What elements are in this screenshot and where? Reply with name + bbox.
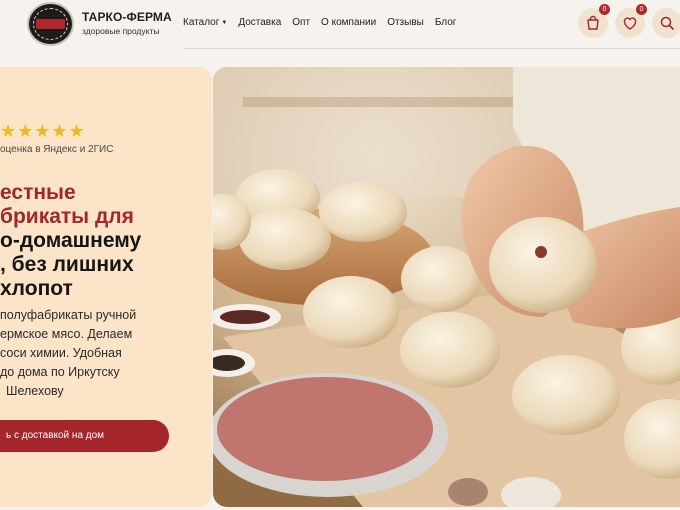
hero-title-line: , без лишних: [0, 253, 134, 276]
favorites-button[interactable]: 0: [615, 4, 647, 38]
nav-item-label: Каталог: [183, 17, 220, 28]
hero-title-line: естные: [0, 181, 76, 204]
hero-description-line: до дома по Иркутску: [0, 365, 120, 379]
hero-description-line: ермское мясо. Делаем: [0, 327, 133, 341]
logo-badge: [36, 19, 65, 29]
cart-button[interactable]: 0: [578, 4, 610, 38]
hero-description-line: Шелехову: [6, 384, 64, 398]
bag-icon: [587, 15, 599, 30]
hero-title-line: брикаты для: [0, 205, 134, 228]
nav-item-blog[interactable]: Блог: [435, 17, 457, 28]
brand[interactable]: ТАРКО-ФЕРМА здоровые продукты: [82, 10, 172, 36]
rating-stars: ★★★★★: [0, 121, 86, 141]
chevron-down-icon: ▼: [221, 20, 228, 26]
hero-title-line: хлопот: [0, 277, 73, 300]
hero-image-dumplings: [213, 67, 680, 507]
main-nav: Каталог ▼ Доставка Опт О компании Отзывы …: [183, 17, 467, 28]
search-button[interactable]: [652, 8, 680, 38]
nav-item-catalog[interactable]: Каталог ▼: [183, 17, 227, 28]
cart-count-badge: 0: [599, 4, 610, 15]
heart-icon: [623, 17, 637, 30]
brand-tagline: здоровые продукты: [82, 26, 160, 36]
hero-illustration: [213, 67, 680, 507]
hero-title-line: о-домашнему: [0, 229, 142, 252]
hero-description-line: соси химии. Удобная: [0, 346, 122, 360]
hero-description: полуфабрикаты ручной ермское мясо. Делае…: [0, 306, 136, 401]
favorites-count-badge: 0: [636, 4, 647, 15]
search-icon: [660, 16, 674, 30]
nav-item-about[interactable]: О компании: [321, 17, 376, 28]
logo[interactable]: [27, 2, 74, 46]
rating-text: оценка в Яндекс и 2ГИС: [0, 144, 114, 155]
brand-name: ТАРКО-ФЕРМА: [82, 10, 172, 24]
nav-item-wholesale[interactable]: Опт: [292, 17, 310, 28]
site-header: ТАРКО-ФЕРМА здоровые продукты Каталог ▼ Д…: [0, 0, 680, 50]
nav-item-delivery[interactable]: Доставка: [238, 17, 281, 28]
page: ТАРКО-ФЕРМА здоровые продукты Каталог ▼ Д…: [0, 0, 680, 510]
order-delivery-button[interactable]: ь с доставкой на дом: [0, 420, 169, 452]
hero-title: естные брикаты для о-домашнему , без лиш…: [0, 181, 141, 301]
header-divider: [183, 48, 680, 49]
nav-item-reviews[interactable]: Отзывы: [387, 17, 424, 28]
hero-description-line: полуфабрикаты ручной: [0, 308, 137, 322]
